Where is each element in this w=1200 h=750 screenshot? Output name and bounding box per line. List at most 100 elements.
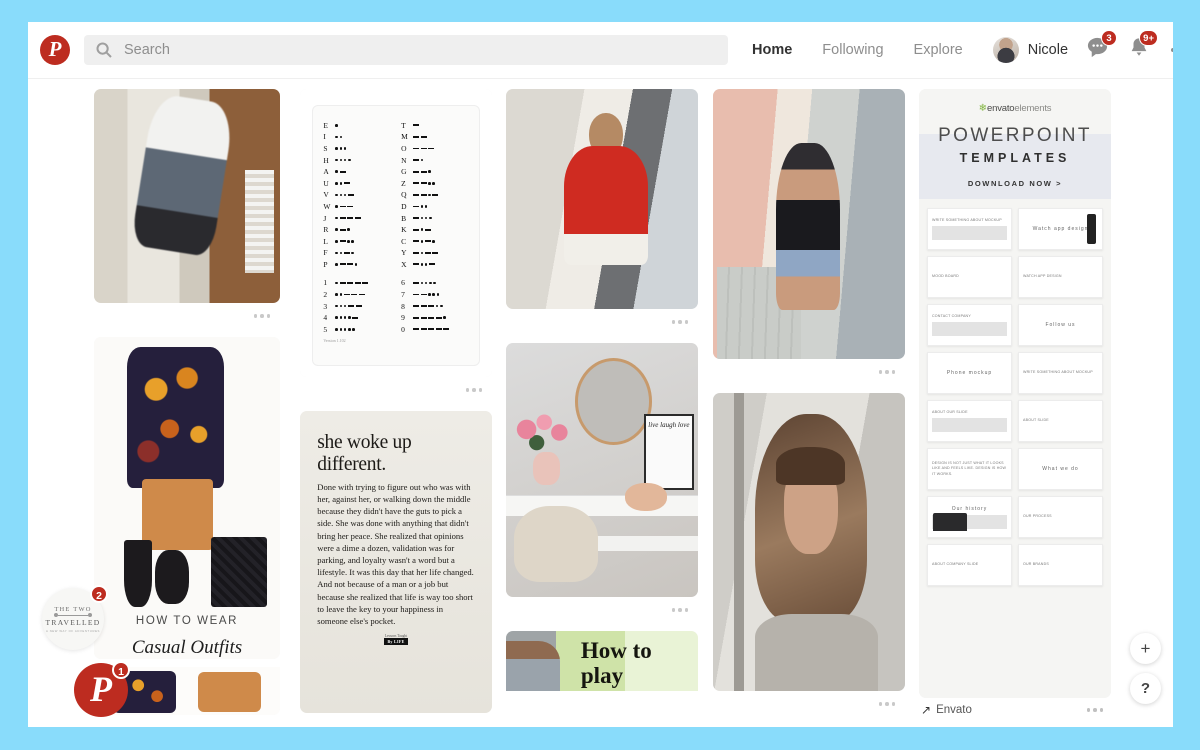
help-button[interactable]: ? (1130, 673, 1161, 704)
morse-dot (335, 158, 338, 162)
morse-dash (347, 217, 354, 219)
envato-slide-thumbnail: Our process (1018, 496, 1103, 538)
grid-column-1: HOW TO WEAR Casual Outfits (94, 89, 280, 723)
pin-card-envato-powerpoint[interactable]: ❄envatoelements POWERPOINT TEMPLATES DOW… (919, 89, 1111, 717)
morse-code (335, 193, 354, 197)
morse-row: B (401, 212, 469, 224)
morse-dash (339, 217, 346, 219)
pin-options-icon[interactable] (300, 377, 492, 403)
morse-dot (351, 239, 354, 243)
messages-icon[interactable]: 3 (1086, 30, 1118, 64)
envato-leaf-icon: ❄ (978, 103, 988, 114)
morse-code (413, 228, 431, 231)
morse-dot (335, 228, 338, 231)
morse-row: 3 (323, 300, 391, 312)
morse-row: 5 (323, 324, 391, 336)
morse-dot (343, 147, 347, 150)
morse-dash (413, 228, 420, 231)
morse-letter: P (323, 259, 328, 269)
search-bar[interactable] (84, 35, 728, 65)
pin-attribution-label[interactable]: Envato (936, 704, 972, 716)
pin-options-icon[interactable] (506, 597, 698, 623)
envato-slide-thumbnail: Phone mockup (927, 352, 1012, 394)
morse-dash (420, 135, 427, 138)
pin-image-vanity-room: live laugh love (506, 343, 698, 597)
envato-slide-label: Design is not just what it looks like an… (932, 460, 1007, 476)
morse-column-right: TMONGZQDBKCYX 6 78 90 (401, 119, 469, 358)
user-profile-link[interactable]: Nicole (992, 37, 1068, 63)
morse-row: Q (401, 189, 469, 201)
pin-card-portrait[interactable] (713, 393, 905, 717)
morse-dash (347, 305, 354, 308)
pin-card-street-style[interactable] (713, 89, 905, 385)
morse-dash (413, 217, 420, 219)
morse-letter: T (401, 120, 406, 130)
morse-letter: 1 (323, 278, 328, 288)
more-options-icon[interactable] (1171, 47, 1173, 53)
morse-dot (335, 181, 338, 185)
search-input[interactable] (124, 42, 716, 58)
pin-image-casual-outfits: HOW TO WEAR Casual Outfits (94, 337, 280, 659)
envato-slide-thumbnail: Write something about mockup (1018, 352, 1103, 394)
morse-dash (429, 263, 436, 266)
morse-dot (347, 328, 351, 331)
pinterest-save-badge[interactable]: P 1 (74, 661, 130, 717)
morse-dot (347, 239, 350, 243)
nav-item-following[interactable]: Following (822, 42, 883, 58)
morse-dash (339, 228, 346, 231)
morse-dot (347, 228, 350, 231)
morse-dot (339, 293, 343, 296)
pin-card-vanity-room[interactable]: live laugh love (506, 343, 698, 623)
morse-letter: Q (401, 190, 407, 200)
morse-code (335, 228, 350, 231)
pin-card-morse-code[interactable]: E I S H A U V W J R L F P 1 2 3 4 5 Version 1.102 TMONGZQD… (300, 89, 492, 403)
morse-dash (413, 282, 420, 284)
morse-letter: 4 (323, 313, 328, 323)
morse-letter: N (401, 155, 407, 165)
pin-options-icon[interactable] (94, 303, 280, 329)
morse-code (413, 124, 420, 127)
morse-dot (435, 304, 439, 308)
pin-image-red-top (506, 89, 698, 309)
board-badge-the-two-travelled[interactable]: THE TWO TRAVELLED A NEW WAY OF ADVENTURE… (42, 585, 108, 650)
avatar (992, 37, 1019, 63)
envato-slide-block (932, 322, 1007, 337)
morse-code (413, 205, 428, 208)
pin-options-icon[interactable] (506, 309, 698, 335)
notifications-bell-icon[interactable]: 9+ (1128, 30, 1159, 64)
morse-letter: Y (401, 248, 407, 258)
pin-card-casual-outfits[interactable]: HOW TO WEAR Casual Outfits (94, 337, 280, 659)
morse-dot (432, 181, 436, 185)
grid-column-3: live laugh love How to play (506, 89, 698, 699)
envato-slide-thumbnail: About our slide (927, 400, 1012, 442)
pin-options-icon[interactable] (713, 359, 905, 385)
pin-card-quote[interactable]: she woke up different. Done with trying … (300, 411, 492, 713)
create-pin-button[interactable]: + (1130, 633, 1161, 664)
morse-dash (413, 240, 420, 243)
pin-card-red-top[interactable] (506, 89, 698, 335)
envato-slide-label: Our history (951, 505, 988, 512)
pin-card-how-to-play[interactable]: How to play (506, 631, 698, 691)
morse-letter: S (323, 143, 328, 153)
envato-brand-bold: envato (987, 103, 1015, 114)
nav-item-home[interactable]: Home (752, 42, 792, 58)
morse-dot (339, 193, 343, 197)
pinterest-logo-icon[interactable]: P (40, 35, 70, 65)
morse-code (335, 205, 354, 208)
pin-options-icon[interactable] (1086, 708, 1103, 712)
envato-download-cta[interactable]: DOWNLOAD NOW > (919, 179, 1111, 188)
morse-dot (432, 293, 436, 296)
pin-options-icon[interactable] (713, 691, 905, 717)
morse-dot (352, 328, 355, 331)
morse-dot (335, 239, 338, 243)
pin-card-mirror-selfie[interactable] (94, 89, 280, 329)
morse-dash (339, 282, 346, 284)
morse-letter: H (323, 155, 329, 165)
morse-dash (420, 293, 427, 296)
envato-slide-label: Follow us (1045, 322, 1076, 328)
morse-row: D (401, 201, 469, 213)
vanity-wall-art: live laugh love (644, 414, 695, 491)
morse-code (413, 328, 450, 331)
nav-item-explore[interactable]: Explore (914, 42, 963, 58)
morse-dot (424, 216, 428, 220)
